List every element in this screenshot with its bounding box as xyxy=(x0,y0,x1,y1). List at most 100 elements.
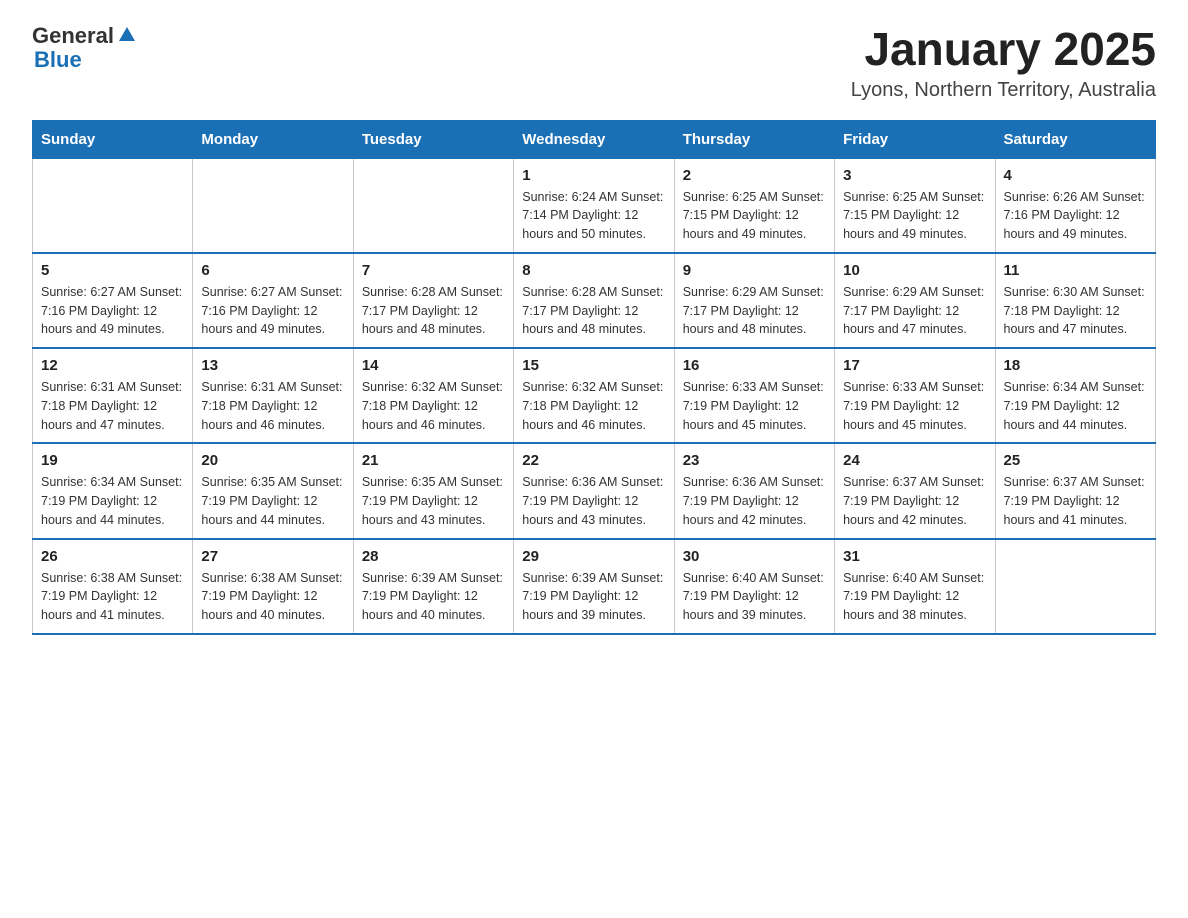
header-saturday: Saturday xyxy=(995,120,1155,158)
calendar-cell: 19Sunrise: 6:34 AM Sunset: 7:19 PM Dayli… xyxy=(33,443,193,538)
calendar-cell: 10 Sunrise: 6:29 AM Sunset: 7:17 PM Dayli… xyxy=(835,253,995,348)
day-info: Sunrise: 6:36 AM Sunset: 7:19 PM Dayligh… xyxy=(683,473,826,529)
day-number: 22 xyxy=(522,452,665,469)
calendar-week-row: 5 Sunrise: 6:27 AM Sunset: 7:16 PM Daylig… xyxy=(33,253,1156,348)
calendar-cell xyxy=(995,539,1155,634)
day-number: 8 xyxy=(522,262,665,279)
title-block: January 2025 Lyons, Northern Territory, … xyxy=(851,24,1156,102)
day-number: 30 xyxy=(683,548,826,565)
day-info: Sunrise: 6:38 AM Sunset: 7:19 PM Dayligh… xyxy=(41,569,184,625)
calendar-cell: 25Sunrise: 6:37 AM Sunset: 7:19 PM Dayli… xyxy=(995,443,1155,538)
day-info: Sunrise: 6:29 AM Sunset: 7:17 PM Dayligh… xyxy=(683,283,826,339)
calendar-week-row: 19Sunrise: 6:34 AM Sunset: 7:19 PM Dayli… xyxy=(33,443,1156,538)
day-number: 14 xyxy=(362,357,505,374)
page-title: January 2025 xyxy=(851,24,1156,75)
day-info: Sunrise: 6:31 AM Sunset: 7:18 PM Dayligh… xyxy=(201,378,344,434)
day-info: Sunrise: 6:26 AM Sunset: 7:16 PM Dayligh… xyxy=(1004,188,1147,244)
day-info: Sunrise: 6:25 AM Sunset: 7:15 PM Dayligh… xyxy=(843,188,986,244)
calendar-cell: 9 Sunrise: 6:29 AM Sunset: 7:17 PM Daylig… xyxy=(674,253,834,348)
calendar-cell: 8Sunrise: 6:28 AM Sunset: 7:17 PM Daylig… xyxy=(514,253,674,348)
calendar-cell: 23 Sunrise: 6:36 AM Sunset: 7:19 PM Dayli… xyxy=(674,443,834,538)
day-info: Sunrise: 6:32 AM Sunset: 7:18 PM Dayligh… xyxy=(522,378,665,434)
calendar-cell: 3Sunrise: 6:25 AM Sunset: 7:15 PM Daylig… xyxy=(835,158,995,253)
day-info: Sunrise: 6:38 AM Sunset: 7:19 PM Dayligh… xyxy=(201,569,344,625)
day-number: 7 xyxy=(362,262,505,279)
day-number: 23 xyxy=(683,452,826,469)
logo-triangle-icon xyxy=(116,23,138,45)
day-number: 9 xyxy=(683,262,826,279)
day-info: Sunrise: 6:29 AM Sunset: 7:17 PM Dayligh… xyxy=(843,283,986,339)
day-info: Sunrise: 6:40 AM Sunset: 7:19 PM Dayligh… xyxy=(683,569,826,625)
logo-blue: Blue xyxy=(34,48,138,72)
day-number: 13 xyxy=(201,357,344,374)
calendar-cell: 24Sunrise: 6:37 AM Sunset: 7:19 PM Dayli… xyxy=(835,443,995,538)
calendar-cell: 2 Sunrise: 6:25 AM Sunset: 7:15 PM Daylig… xyxy=(674,158,834,253)
day-info: Sunrise: 6:39 AM Sunset: 7:19 PM Dayligh… xyxy=(362,569,505,625)
calendar-cell: 12 Sunrise: 6:31 AM Sunset: 7:18 PM Dayli… xyxy=(33,348,193,443)
day-number: 28 xyxy=(362,548,505,565)
day-number: 12 xyxy=(41,357,184,374)
day-number: 2 xyxy=(683,167,826,184)
day-info: Sunrise: 6:40 AM Sunset: 7:19 PM Dayligh… xyxy=(843,569,986,625)
calendar-cell: 30 Sunrise: 6:40 AM Sunset: 7:19 PM Dayli… xyxy=(674,539,834,634)
day-info: Sunrise: 6:34 AM Sunset: 7:19 PM Dayligh… xyxy=(41,473,184,529)
day-number: 31 xyxy=(843,548,986,565)
calendar-cell: 29Sunrise: 6:39 AM Sunset: 7:19 PM Dayli… xyxy=(514,539,674,634)
calendar-cell xyxy=(353,158,513,253)
day-info: Sunrise: 6:33 AM Sunset: 7:19 PM Dayligh… xyxy=(843,378,986,434)
day-number: 4 xyxy=(1004,167,1147,184)
weekday-header-row: Sunday Monday Tuesday Wednesday Thursday… xyxy=(33,120,1156,158)
calendar-cell: 6Sunrise: 6:27 AM Sunset: 7:16 PM Daylig… xyxy=(193,253,353,348)
calendar-cell: 1 Sunrise: 6:24 AM Sunset: 7:14 PM Daylig… xyxy=(514,158,674,253)
day-number: 17 xyxy=(843,357,986,374)
header-friday: Friday xyxy=(835,120,995,158)
calendar-cell: 21Sunrise: 6:35 AM Sunset: 7:19 PM Dayli… xyxy=(353,443,513,538)
calendar-cell: 7 Sunrise: 6:28 AM Sunset: 7:17 PM Daylig… xyxy=(353,253,513,348)
page-subtitle: Lyons, Northern Territory, Australia xyxy=(851,79,1156,102)
calendar-cell xyxy=(193,158,353,253)
day-number: 27 xyxy=(201,548,344,565)
day-info: Sunrise: 6:32 AM Sunset: 7:18 PM Dayligh… xyxy=(362,378,505,434)
day-info: Sunrise: 6:30 AM Sunset: 7:18 PM Dayligh… xyxy=(1004,283,1147,339)
day-number: 21 xyxy=(362,452,505,469)
calendar-cell: 11 Sunrise: 6:30 AM Sunset: 7:18 PM Dayli… xyxy=(995,253,1155,348)
day-number: 5 xyxy=(41,262,184,279)
calendar-cell: 28 Sunrise: 6:39 AM Sunset: 7:19 PM Dayli… xyxy=(353,539,513,634)
calendar-week-row: 26Sunrise: 6:38 AM Sunset: 7:19 PM Dayli… xyxy=(33,539,1156,634)
calendar-cell: 13 Sunrise: 6:31 AM Sunset: 7:18 PM Dayli… xyxy=(193,348,353,443)
day-number: 1 xyxy=(522,167,665,184)
day-info: Sunrise: 6:24 AM Sunset: 7:14 PM Dayligh… xyxy=(522,188,665,244)
day-number: 11 xyxy=(1004,262,1147,279)
header-sunday: Sunday xyxy=(33,120,193,158)
day-number: 15 xyxy=(522,357,665,374)
day-number: 16 xyxy=(683,357,826,374)
calendar-cell: 27 Sunrise: 6:38 AM Sunset: 7:19 PM Dayli… xyxy=(193,539,353,634)
day-info: Sunrise: 6:27 AM Sunset: 7:16 PM Dayligh… xyxy=(201,283,344,339)
header-tuesday: Tuesday xyxy=(353,120,513,158)
day-number: 20 xyxy=(201,452,344,469)
logo-general: General xyxy=(32,24,114,48)
day-info: Sunrise: 6:27 AM Sunset: 7:16 PM Dayligh… xyxy=(41,283,184,339)
day-number: 29 xyxy=(522,548,665,565)
day-number: 18 xyxy=(1004,357,1147,374)
header-monday: Monday xyxy=(193,120,353,158)
calendar-cell: 22Sunrise: 6:36 AM Sunset: 7:19 PM Dayli… xyxy=(514,443,674,538)
calendar-cell: 14 Sunrise: 6:32 AM Sunset: 7:18 PM Dayli… xyxy=(353,348,513,443)
day-number: 24 xyxy=(843,452,986,469)
day-info: Sunrise: 6:28 AM Sunset: 7:17 PM Dayligh… xyxy=(362,283,505,339)
calendar-cell: 15 Sunrise: 6:32 AM Sunset: 7:18 PM Dayli… xyxy=(514,348,674,443)
header-wednesday: Wednesday xyxy=(514,120,674,158)
day-info: Sunrise: 6:34 AM Sunset: 7:19 PM Dayligh… xyxy=(1004,378,1147,434)
day-info: Sunrise: 6:35 AM Sunset: 7:19 PM Dayligh… xyxy=(201,473,344,529)
day-info: Sunrise: 6:25 AM Sunset: 7:15 PM Dayligh… xyxy=(683,188,826,244)
calendar-cell: 17 Sunrise: 6:33 AM Sunset: 7:19 PM Dayli… xyxy=(835,348,995,443)
calendar-cell: 16Sunrise: 6:33 AM Sunset: 7:19 PM Dayli… xyxy=(674,348,834,443)
calendar-cell: 18 Sunrise: 6:34 AM Sunset: 7:19 PM Dayli… xyxy=(995,348,1155,443)
calendar-cell xyxy=(33,158,193,253)
header-thursday: Thursday xyxy=(674,120,834,158)
day-number: 10 xyxy=(843,262,986,279)
calendar-cell: 26Sunrise: 6:38 AM Sunset: 7:19 PM Dayli… xyxy=(33,539,193,634)
day-info: Sunrise: 6:37 AM Sunset: 7:19 PM Dayligh… xyxy=(1004,473,1147,529)
day-info: Sunrise: 6:31 AM Sunset: 7:18 PM Dayligh… xyxy=(41,378,184,434)
calendar-week-row: 12 Sunrise: 6:31 AM Sunset: 7:18 PM Dayli… xyxy=(33,348,1156,443)
